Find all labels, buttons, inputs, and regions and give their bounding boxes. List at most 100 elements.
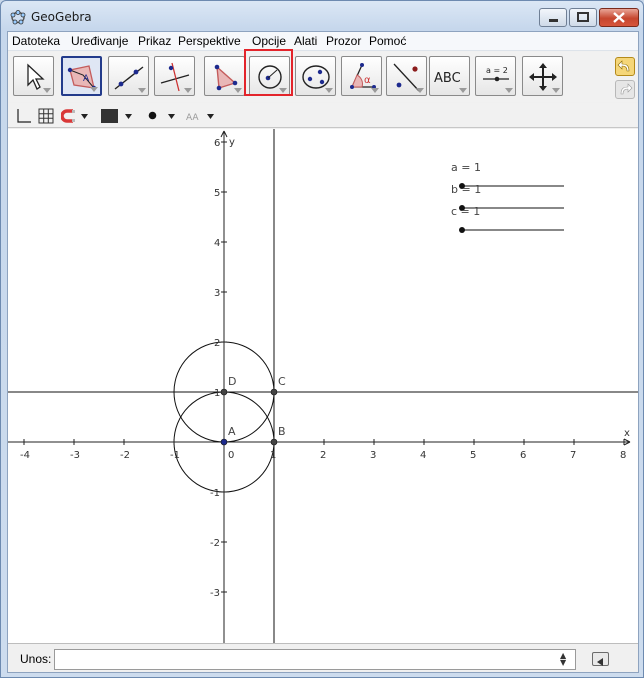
y-tick-label: 5 xyxy=(214,188,220,199)
polygon-tool-button[interactable] xyxy=(204,56,245,96)
point-label-a: A xyxy=(228,425,236,438)
tool-menu-arrow-icon xyxy=(138,88,146,93)
input-bar: Unos: ▲ ▼ xyxy=(8,643,638,672)
y-tick-label: 4 xyxy=(214,238,220,249)
redo-button[interactable] xyxy=(615,80,635,99)
close-icon xyxy=(613,12,625,23)
y-tick-label: 3 xyxy=(214,288,220,299)
tool-menu-arrow-icon xyxy=(459,88,467,93)
minimize-button[interactable] xyxy=(539,8,567,27)
keyboard-toggle-button[interactable] xyxy=(592,652,609,666)
slider-label-b: b = 1 xyxy=(451,183,481,196)
point-a[interactable] xyxy=(220,438,228,446)
keyboard-toggle-icon xyxy=(597,658,603,666)
color-swatch-icon[interactable] xyxy=(101,108,119,124)
y-tick-label: 6 xyxy=(214,138,220,149)
undo-arrow-icon xyxy=(617,60,630,72)
x-tick-label: -3 xyxy=(70,450,80,461)
svg-text:α: α xyxy=(364,75,371,86)
x-tick-label: 2 xyxy=(320,450,326,461)
menu-prikaz[interactable]: Prikaz xyxy=(138,34,171,48)
text-tool-button[interactable]: ABC xyxy=(429,56,470,96)
redo-arrow-icon xyxy=(620,83,633,95)
input-field[interactable] xyxy=(54,649,576,670)
menu-prozor[interactable]: Prozor xyxy=(326,34,361,48)
x-tick-label: 8 xyxy=(620,450,626,461)
graphics-view[interactable]: x y -4 -3 -2 -1 0 1 2 3 4 5 6 7 8 6 5 4 3 2 1 -1 -2 -3 A B C D a =… xyxy=(8,129,638,643)
tool-menu-arrow-icon xyxy=(371,88,379,93)
conic-tool-button[interactable] xyxy=(295,56,336,96)
svg-text:A: A xyxy=(83,74,90,84)
toolbar: A α ABC a = 2 xyxy=(8,52,638,109)
reflect-tool-button[interactable] xyxy=(386,56,427,96)
text-tool-label: ABC xyxy=(434,71,461,86)
label-style-icon-text: AA xyxy=(186,113,199,123)
point-style-dropdown-arrow-icon[interactable] xyxy=(168,114,175,119)
move-view-tool-button[interactable] xyxy=(522,56,563,96)
x-tick-label: 6 xyxy=(520,450,526,461)
graph-plot[interactable]: x y -4 -3 -2 -1 0 1 2 3 4 5 6 7 8 6 5 4 3 2 1 -1 -2 -3 A B C D a =… xyxy=(8,129,638,643)
input-label: Unos: xyxy=(20,652,52,666)
x-tick-label: 4 xyxy=(420,450,426,461)
x-tick-label: 1 xyxy=(270,450,276,461)
menu-perspektive[interactable]: Perspektive xyxy=(178,34,241,48)
input-history-spinner-icon[interactable]: ▲ ▼ xyxy=(560,652,566,667)
x-tick-label: 5 xyxy=(470,450,476,461)
point-d[interactable] xyxy=(220,388,228,396)
y-axis-label: y xyxy=(229,137,235,148)
client-area: Datoteka Uređivanje Prikaz Perspektive O… xyxy=(7,31,639,673)
color-dropdown-arrow-icon[interactable] xyxy=(125,114,132,119)
menu-opcije[interactable]: Opcije xyxy=(252,34,286,48)
geogebra-logo-icon xyxy=(10,10,26,25)
move-tool-button[interactable] xyxy=(13,56,54,96)
perpendicular-line-tool-button[interactable] xyxy=(154,56,195,96)
point-c[interactable] xyxy=(270,388,278,396)
point-label-d: D xyxy=(228,375,236,388)
tool-menu-arrow-icon xyxy=(416,88,424,93)
label-style-icon[interactable]: AA xyxy=(185,109,205,123)
point-label-c: C xyxy=(278,375,286,388)
menu-uredivanje[interactable]: Uređivanje xyxy=(71,34,128,48)
undo-button[interactable] xyxy=(615,57,635,76)
point-b[interactable] xyxy=(270,438,278,446)
slider-tool-button[interactable]: a = 2 xyxy=(475,56,516,96)
tool-menu-arrow-icon xyxy=(505,88,513,93)
axes-icon[interactable] xyxy=(16,108,32,124)
slider-label-a: a = 1 xyxy=(451,161,481,174)
minimize-icon xyxy=(549,19,558,22)
tool-menu-arrow-icon xyxy=(90,87,98,92)
app-window: GeoGebra Datoteka Uređivanje Prikaz Pers… xyxy=(0,0,644,678)
x-tick-label: -4 xyxy=(20,450,30,461)
x-tick-label: -1 xyxy=(170,450,180,461)
point-style-icon[interactable] xyxy=(148,111,157,120)
slider-label-c: c = 1 xyxy=(451,205,480,218)
window-title: GeoGebra xyxy=(31,10,92,24)
y-tick-label: 2 xyxy=(214,338,220,349)
x-tick-label: 7 xyxy=(570,450,576,461)
x-axis-label: x xyxy=(624,428,630,439)
x-tick-label: -2 xyxy=(120,450,130,461)
y-tick-label: -2 xyxy=(210,538,220,549)
line-tool-button[interactable] xyxy=(108,56,149,96)
angle-tool-button[interactable]: α xyxy=(341,56,382,96)
title-bar[interactable]: GeoGebra xyxy=(1,1,643,31)
x-tick-label: 3 xyxy=(370,450,376,461)
polygon-a-tool-button[interactable]: A xyxy=(61,56,102,96)
maximize-button[interactable] xyxy=(569,8,597,27)
slider-knob-c[interactable] xyxy=(459,227,465,233)
tool-menu-arrow-icon xyxy=(184,88,192,93)
grid-icon[interactable] xyxy=(38,108,54,124)
maximize-icon xyxy=(577,12,589,22)
y-tick-label: 1 xyxy=(214,388,220,399)
close-button[interactable] xyxy=(599,8,639,27)
magnet-icon[interactable] xyxy=(61,109,77,123)
label-style-dropdown-arrow-icon[interactable] xyxy=(207,114,214,119)
circle-tool-highlight xyxy=(244,49,293,96)
menu-pomoc[interactable]: Pomoć xyxy=(369,34,406,48)
tool-menu-arrow-icon xyxy=(552,88,560,93)
menu-bar: Datoteka Uređivanje Prikaz Perspektive O… xyxy=(8,32,638,51)
menu-datoteka[interactable]: Datoteka xyxy=(12,34,60,48)
tool-menu-arrow-icon xyxy=(43,88,51,93)
menu-alati[interactable]: Alati xyxy=(294,34,317,48)
magnet-dropdown-arrow-icon[interactable] xyxy=(81,114,88,119)
